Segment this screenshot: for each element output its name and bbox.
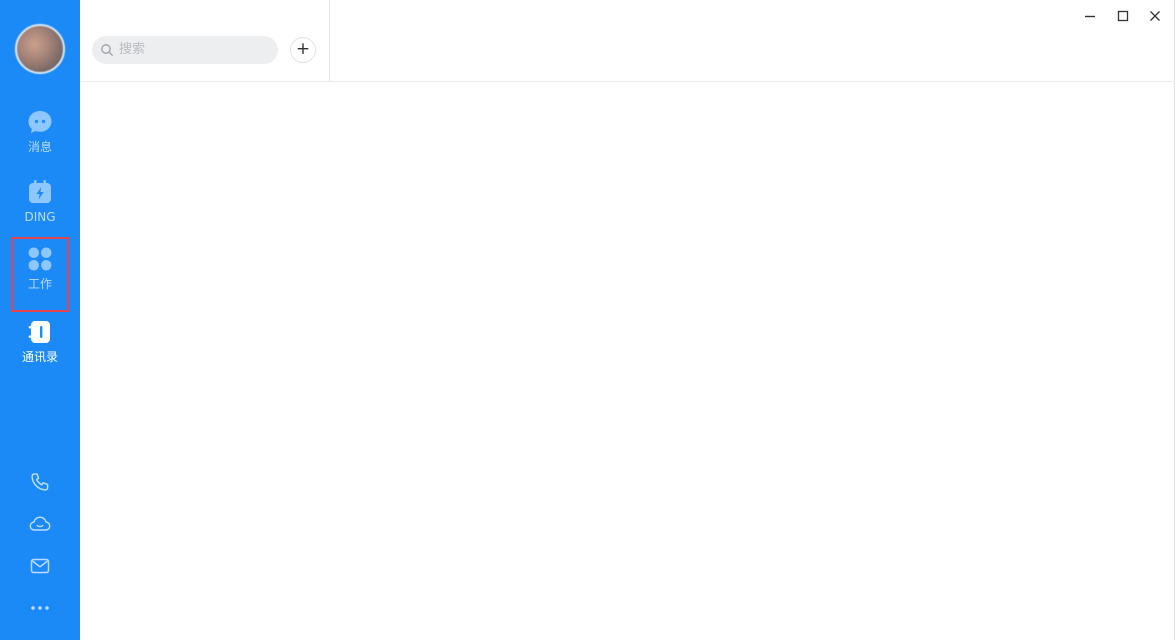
message-bubble-icon [28,111,52,133]
minimize-icon [1085,15,1095,18]
close-icon [1150,11,1160,21]
add-button[interactable]: + [290,37,316,63]
user-avatar[interactable] [15,24,65,74]
close-button[interactable] [1142,4,1168,28]
nav-item-contacts[interactable]: 通讯录 [0,314,80,380]
nav-label-ding: DING [24,210,56,224]
nav-item-work[interactable]: 工作 [11,237,69,312]
main-content-area [80,82,1174,640]
phone-icon [31,473,49,491]
cloud-drive-button[interactable] [26,510,54,538]
maximize-button[interactable] [1110,4,1136,28]
nav-label-contacts: 通讯录 [21,350,58,364]
search-input[interactable]: 搜索 [92,36,278,64]
nav-label-messages: 消息 [27,140,52,154]
search-icon [101,44,113,56]
minimize-button[interactable] [1077,4,1103,28]
search-panel: 搜索 + [80,0,330,81]
more-dots-icon [31,606,49,610]
more-button[interactable] [26,594,54,622]
cloud-icon [29,516,51,531]
ding-calendar-icon [29,180,51,203]
sidebar: 消息 DING 工作 通讯录 [0,0,80,640]
nav-item-ding[interactable]: DING [0,174,80,240]
mail-icon [30,558,50,574]
nav-item-messages[interactable]: 消息 [0,104,80,170]
contacts-book-icon [28,321,50,343]
nav-label-work: 工作 [27,277,52,291]
search-placeholder: 搜索 [119,42,146,57]
maximize-icon [1117,10,1129,22]
mail-button[interactable] [26,552,54,580]
phone-button[interactable] [26,468,54,496]
workbench-grid-icon [28,247,52,271]
